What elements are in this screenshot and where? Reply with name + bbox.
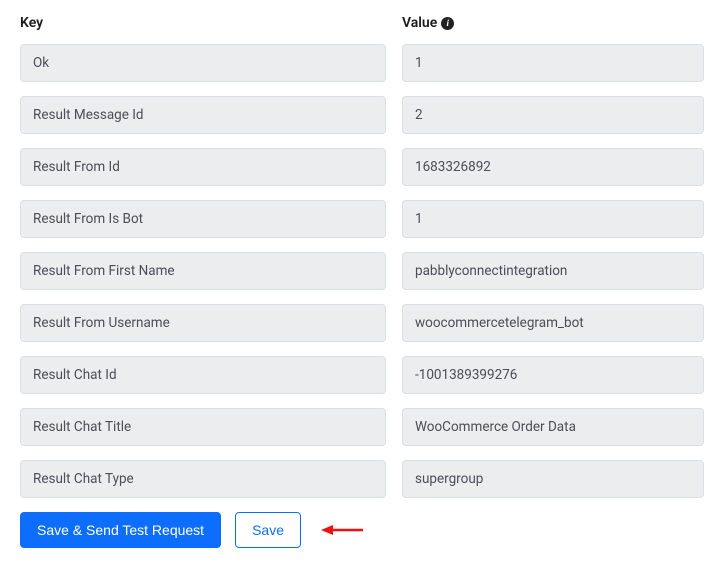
key-value-columns: Key Ok Result Message Id Result From Id … [20,14,706,548]
save-send-test-request-button[interactable]: Save & Send Test Request [20,512,221,548]
value-text: pabblyconnectintegration [415,263,567,279]
value-field[interactable]: 1683326892 [402,148,704,186]
key-text: Result Chat Title [33,419,131,435]
key-text: Result Message Id [33,107,144,123]
key-field[interactable]: Result From Is Bot [20,200,386,238]
key-field[interactable]: Result From First Name [20,252,386,290]
value-text: -1001389399276 [415,367,517,383]
value-header-label: Value [402,15,437,31]
value-field[interactable]: WooCommerce Order Data [402,408,704,446]
key-text: Result From Id [33,159,120,175]
value-text: WooCommerce Order Data [415,419,576,435]
value-field[interactable]: 2 [402,96,704,134]
key-text: Result Chat Id [33,367,117,383]
save-button[interactable]: Save [235,512,301,548]
value-field[interactable]: -1001389399276 [402,356,704,394]
key-field[interactable]: Result From Id [20,148,386,186]
key-field[interactable]: Result Chat Id [20,356,386,394]
key-text: Result Chat Type [33,471,134,487]
value-field[interactable]: woocommercetelegram_bot [402,304,704,342]
key-field[interactable]: Ok [20,44,386,82]
value-text: supergroup [415,471,483,487]
actions-row: Save & Send Test Request Save [20,512,386,548]
key-field[interactable]: Result Chat Type [20,460,386,498]
value-column: Value i 1 2 1683326892 1 pabblyconnectin… [402,14,704,548]
value-header: Value i [402,14,704,32]
value-field[interactable]: supergroup [402,460,704,498]
value-field[interactable]: 1 [402,44,704,82]
key-column: Key Ok Result Message Id Result From Id … [20,14,386,548]
arrow-left-icon [321,523,363,537]
value-text: 1 [415,55,423,71]
value-text: 1683326892 [415,159,491,175]
key-field[interactable]: Result From Username [20,304,386,342]
value-text: woocommercetelegram_bot [415,315,584,331]
key-field[interactable]: Result Chat Title [20,408,386,446]
info-icon[interactable]: i [441,17,454,30]
key-text: Result From First Name [33,263,175,279]
value-text: 2 [415,107,423,123]
value-field[interactable]: 1 [402,200,704,238]
key-text: Result From Is Bot [33,211,143,227]
key-field[interactable]: Result Message Id [20,96,386,134]
key-header: Key [20,14,386,32]
value-text: 1 [415,211,423,227]
key-header-label: Key [20,15,43,31]
key-text: Result From Username [33,315,170,331]
key-text: Ok [33,55,49,71]
value-field[interactable]: pabblyconnectintegration [402,252,704,290]
